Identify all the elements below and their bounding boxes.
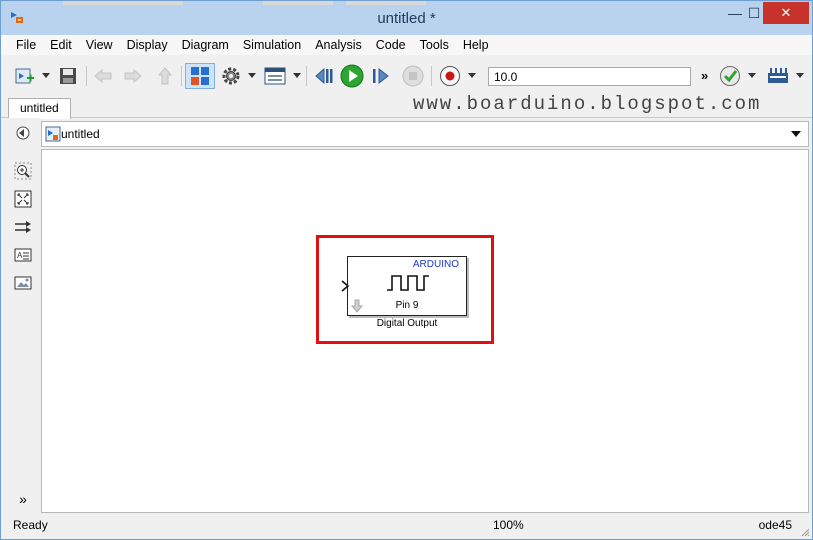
menu-analysis[interactable]: Analysis	[308, 38, 369, 52]
hide-browser-button[interactable]	[14, 124, 32, 142]
annotation-button[interactable]: A	[14, 246, 32, 264]
forward-button[interactable]	[122, 63, 144, 89]
annotation-icon: A	[14, 248, 32, 262]
block-pin-label: Pin 9	[395, 300, 419, 311]
image-button[interactable]	[14, 274, 32, 292]
resize-grip-icon[interactable]	[800, 527, 810, 537]
model-config-button[interactable]	[219, 63, 243, 89]
library-browser-button[interactable]	[185, 63, 215, 89]
menu-simulation[interactable]: Simulation	[236, 38, 308, 52]
route-lines-button[interactable]	[14, 218, 32, 236]
save-icon	[60, 68, 76, 84]
address-path: untitled	[61, 127, 100, 141]
step-back-button[interactable]	[311, 63, 335, 89]
play-icon	[340, 64, 364, 88]
partial-menu-strip	[63, 1, 183, 5]
stop-time-input[interactable]	[488, 67, 691, 86]
simulink-window: untitled * — ☐ ✕ File Edit View Display …	[0, 0, 813, 540]
run-button[interactable]	[339, 63, 365, 89]
new-model-button[interactable]	[13, 63, 37, 89]
zoom-button[interactable]	[14, 162, 32, 180]
digital-output-block[interactable]: ARDUINO Pin 9	[341, 256, 467, 316]
model-advisor-button[interactable]	[718, 63, 742, 89]
menu-help[interactable]: Help	[456, 38, 496, 52]
stop-button[interactable]	[401, 63, 425, 89]
save-button[interactable]	[56, 63, 80, 89]
record-icon	[440, 66, 460, 86]
build-dropdown-caret[interactable]	[796, 73, 804, 78]
explorer-dropdown-caret[interactable]	[293, 73, 301, 78]
palette-bar: A »	[1, 118, 41, 514]
partial-menu-strip	[263, 1, 333, 5]
toolbar-separator	[86, 66, 87, 86]
toolbar-separator	[181, 66, 182, 86]
zoom-icon	[14, 162, 32, 180]
expand-palette-button[interactable]: »	[14, 490, 32, 508]
arrow-lines-icon	[15, 221, 31, 233]
model-explorer-icon	[264, 67, 286, 85]
down-arrow-icon	[350, 299, 364, 313]
partial-menu-strip	[346, 1, 426, 5]
model-icon	[45, 126, 61, 142]
toolbar-separator	[431, 66, 432, 86]
solver-name[interactable]: ode45	[759, 518, 792, 532]
menu-bar: File Edit View Display Diagram Simulatio…	[1, 35, 812, 55]
menu-diagram[interactable]: Diagram	[175, 38, 236, 52]
stop-icon	[402, 65, 424, 87]
address-dropdown-caret[interactable]	[791, 131, 801, 137]
step-forward-icon	[373, 67, 389, 85]
tab-untitled[interactable]: untitled	[8, 98, 71, 119]
build-icon	[768, 68, 788, 83]
new-model-icon	[15, 68, 34, 84]
toolbar-separator	[306, 66, 307, 86]
model-canvas[interactable]: ARDUINO Pin 9 Digital Output	[41, 149, 809, 513]
gear-icon	[222, 67, 240, 85]
advisor-dropdown-caret[interactable]	[748, 73, 756, 78]
input-port-icon[interactable]	[341, 280, 350, 292]
block-brand-label: ARDUINO	[412, 259, 459, 270]
menu-tools[interactable]: Tools	[413, 38, 456, 52]
arrow-left-icon	[94, 68, 112, 84]
arrow-up-icon	[157, 67, 173, 85]
menu-edit[interactable]: Edit	[43, 38, 79, 52]
watermark-text: www.boarduino.blogspot.com	[413, 93, 762, 115]
square-wave-icon	[387, 275, 429, 291]
arrow-right-icon	[124, 68, 142, 84]
block-caption: Digital Output	[376, 318, 438, 329]
title-bar: untitled * — ☐ ✕	[1, 1, 812, 35]
status-bar: Ready 100% ode45	[1, 514, 812, 539]
status-text: Ready	[13, 518, 48, 532]
up-button[interactable]	[154, 63, 176, 89]
record-button[interactable]	[438, 63, 462, 89]
model-explorer-button[interactable]	[262, 63, 288, 89]
address-bar[interactable]: untitled	[41, 121, 809, 147]
build-button[interactable]	[765, 63, 791, 89]
window-title: untitled *	[377, 10, 436, 27]
zoom-level: 100%	[493, 518, 524, 532]
menu-view[interactable]: View	[79, 38, 120, 52]
new-dropdown-caret[interactable]	[42, 73, 50, 78]
fit-to-view-button[interactable]	[14, 190, 32, 208]
close-button[interactable]: ✕	[763, 2, 809, 24]
menu-code[interactable]: Code	[369, 38, 413, 52]
image-icon	[14, 276, 32, 290]
step-forward-button[interactable]	[370, 63, 394, 89]
check-icon	[720, 66, 740, 86]
record-dropdown-caret[interactable]	[468, 73, 476, 78]
toolbar-overflow-button[interactable]: »	[701, 68, 708, 83]
back-button[interactable]	[92, 63, 114, 89]
menu-display[interactable]: Display	[120, 38, 175, 52]
svg-text:A: A	[17, 251, 23, 260]
config-dropdown-caret[interactable]	[248, 73, 256, 78]
circle-arrow-left-icon	[16, 126, 30, 140]
menu-file[interactable]: File	[9, 38, 43, 52]
step-back-icon	[315, 67, 333, 85]
library-browser-icon	[191, 67, 209, 85]
fit-view-icon	[14, 190, 32, 208]
